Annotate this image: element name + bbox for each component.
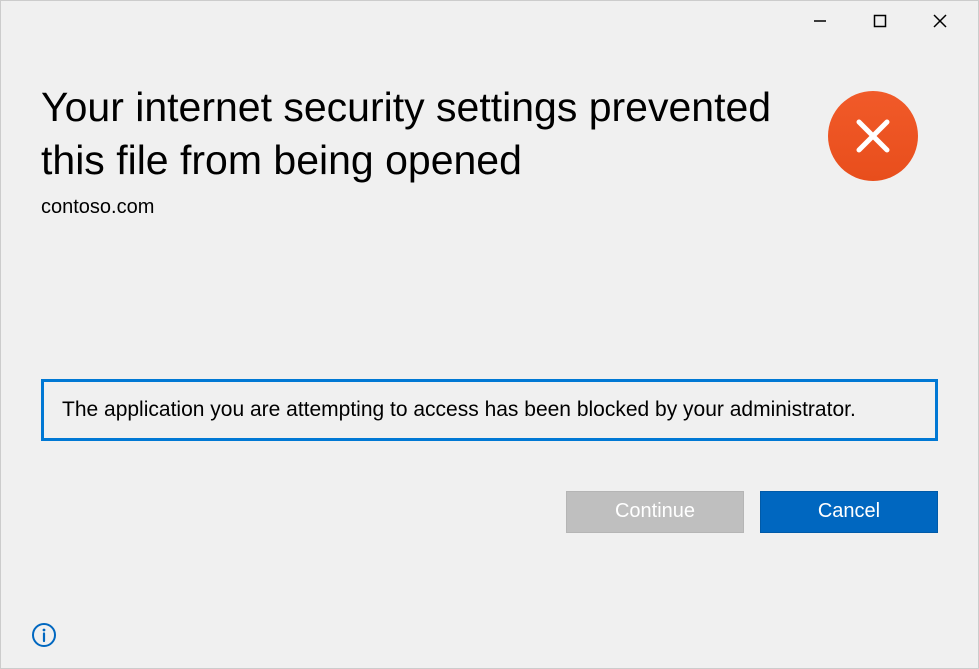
cancel-button[interactable]: Cancel (760, 491, 938, 533)
button-row: Continue Cancel (41, 491, 938, 533)
domain-text: contoso.com (41, 196, 798, 219)
heading-text-block: Your internet security settings prevente… (41, 81, 798, 219)
info-icon[interactable] (31, 622, 57, 648)
blocked-message: The application you are attempting to ac… (41, 379, 938, 441)
close-icon (933, 14, 947, 28)
minimize-icon (813, 14, 827, 28)
continue-button: Continue (566, 491, 744, 533)
title-bar (1, 1, 978, 41)
dialog-content: Your internet security settings prevente… (1, 41, 978, 533)
main-heading: Your internet security settings prevente… (41, 81, 798, 188)
maximize-icon (873, 14, 887, 28)
x-icon (851, 114, 895, 158)
error-icon (828, 91, 918, 181)
minimize-button[interactable] (790, 1, 850, 41)
heading-row: Your internet security settings prevente… (41, 81, 938, 219)
close-button[interactable] (910, 1, 970, 41)
maximize-button[interactable] (850, 1, 910, 41)
